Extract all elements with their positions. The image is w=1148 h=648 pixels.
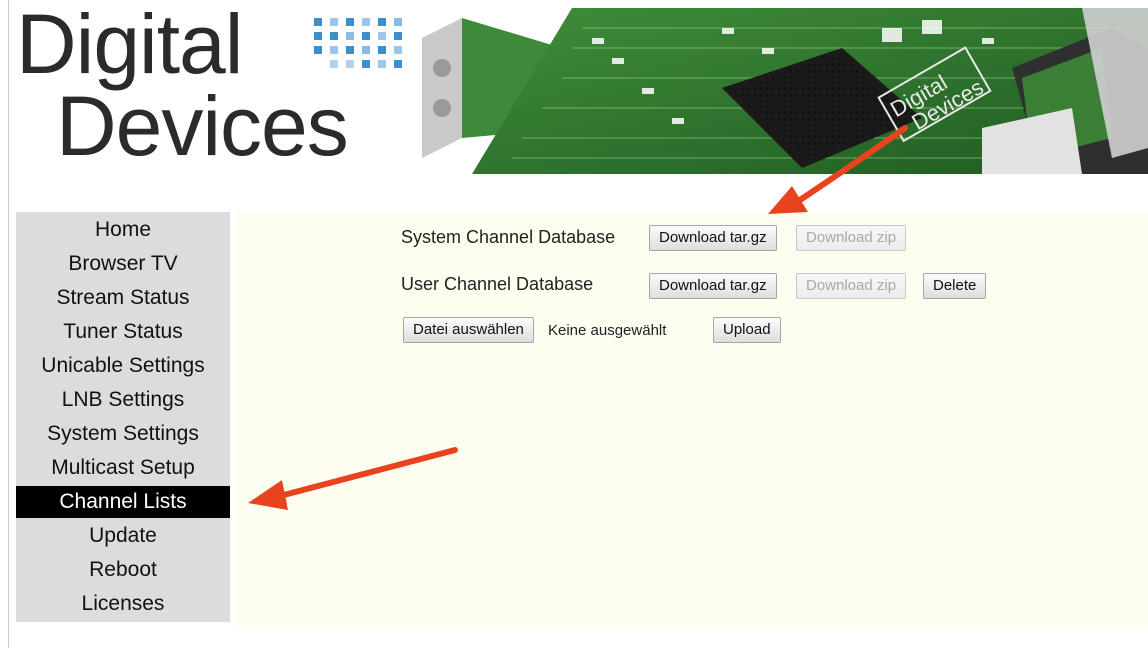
nav-item-reboot[interactable]: Reboot — [16, 554, 230, 586]
system-download-zip-button[interactable]: Download zip — [796, 225, 907, 251]
choose-file-button[interactable]: Datei auswählen — [403, 317, 534, 343]
nav-item-multicast-setup[interactable]: Multicast Setup — [16, 452, 230, 484]
logo-text-devices: Devices — [56, 79, 349, 173]
user-db-label: User Channel Database — [401, 274, 594, 294]
circuit-board-image: Digital Devices — [422, 8, 1148, 174]
nav-item-channel-lists[interactable]: Channel Lists — [16, 486, 230, 518]
nav-item-system-settings[interactable]: System Settings — [16, 418, 230, 450]
logo-text-digital: Digital — [16, 8, 243, 91]
nav-item-tuner-status[interactable]: Tuner Status — [16, 316, 230, 348]
nav-item-lnb-settings[interactable]: LNB Settings — [16, 384, 230, 416]
header-banner: Digital Devices Digital Devices — [12, 8, 1148, 174]
logo: Digital Devices — [12, 8, 422, 174]
user-download-zip-button[interactable]: Download zip — [796, 273, 907, 299]
nav-item-update[interactable]: Update — [16, 520, 230, 552]
nav-item-stream-status[interactable]: Stream Status — [16, 282, 230, 314]
system-db-label: System Channel Database — [401, 227, 616, 247]
system-download-targz-button[interactable]: Download tar.gz — [649, 225, 777, 251]
nav-item-licenses[interactable]: Licenses — [16, 588, 230, 620]
sidebar-nav: Home Browser TV Stream Status Tuner Stat… — [16, 212, 230, 622]
file-status-text: Keine ausgewählt — [548, 322, 667, 339]
user-download-targz-button[interactable]: Download tar.gz — [649, 273, 777, 299]
main-content: System Channel Database Download tar.gz … — [236, 212, 1148, 626]
user-delete-button[interactable]: Delete — [923, 273, 987, 299]
nav-item-unicable-settings[interactable]: Unicable Settings — [16, 350, 230, 382]
logo-dots-icon — [314, 18, 402, 68]
page-left-border — [8, 0, 9, 648]
nav-item-browser-tv[interactable]: Browser TV — [16, 248, 230, 280]
nav-item-home[interactable]: Home — [16, 214, 230, 246]
upload-button[interactable]: Upload — [713, 317, 781, 343]
